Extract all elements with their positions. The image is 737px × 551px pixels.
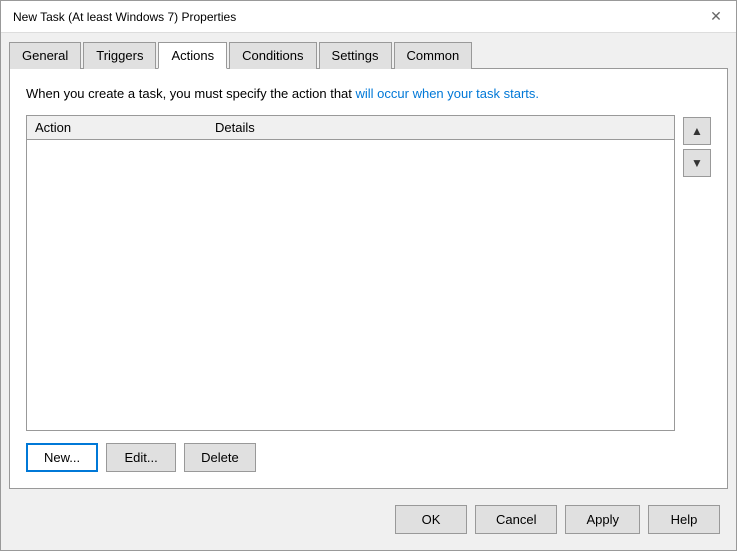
main-window: New Task (At least Windows 7) Properties… (0, 0, 737, 551)
tab-common[interactable]: Common (394, 42, 473, 69)
cancel-button[interactable]: Cancel (475, 505, 557, 534)
arrow-buttons: ▲ ▼ (683, 115, 711, 431)
delete-button[interactable]: Delete (184, 443, 256, 472)
content-area: When you create a task, you must specify… (9, 68, 728, 489)
tab-bar: General Triggers Actions Conditions Sett… (1, 33, 736, 68)
col-action-header: Action (35, 120, 215, 135)
tab-actions[interactable]: Actions (158, 42, 227, 69)
ok-button[interactable]: OK (395, 505, 467, 534)
tab-actions-label: Actions (171, 48, 214, 63)
description-text: When you create a task, you must specify… (26, 85, 711, 103)
arrow-up-icon: ▲ (691, 124, 703, 138)
actions-table: Action Details (26, 115, 675, 431)
tab-general[interactable]: General (9, 42, 81, 69)
move-down-button[interactable]: ▼ (683, 149, 711, 177)
tab-conditions[interactable]: Conditions (229, 42, 316, 69)
actions-table-container: Action Details ▲ ▼ (26, 115, 711, 431)
apply-button[interactable]: Apply (565, 505, 640, 534)
action-buttons: New... Edit... Delete (26, 443, 711, 472)
footer: OK Cancel Apply Help (1, 497, 736, 550)
tab-general-label: General (22, 48, 68, 63)
table-body[interactable] (27, 140, 674, 430)
tab-settings[interactable]: Settings (319, 42, 392, 69)
tab-common-label: Common (407, 48, 460, 63)
title-bar: New Task (At least Windows 7) Properties… (1, 1, 736, 33)
tab-settings-label: Settings (332, 48, 379, 63)
table-header: Action Details (27, 116, 674, 140)
arrow-down-icon: ▼ (691, 156, 703, 170)
close-button[interactable]: ✕ (704, 5, 728, 29)
tab-triggers-label: Triggers (96, 48, 143, 63)
col-details-header: Details (215, 120, 666, 135)
description-highlight: will occur when your task starts. (356, 86, 540, 101)
tab-triggers[interactable]: Triggers (83, 42, 156, 69)
help-button[interactable]: Help (648, 505, 720, 534)
tab-conditions-label: Conditions (242, 48, 303, 63)
new-button[interactable]: New... (26, 443, 98, 472)
window-title: New Task (At least Windows 7) Properties (13, 10, 236, 24)
move-up-button[interactable]: ▲ (683, 117, 711, 145)
edit-button[interactable]: Edit... (106, 443, 176, 472)
